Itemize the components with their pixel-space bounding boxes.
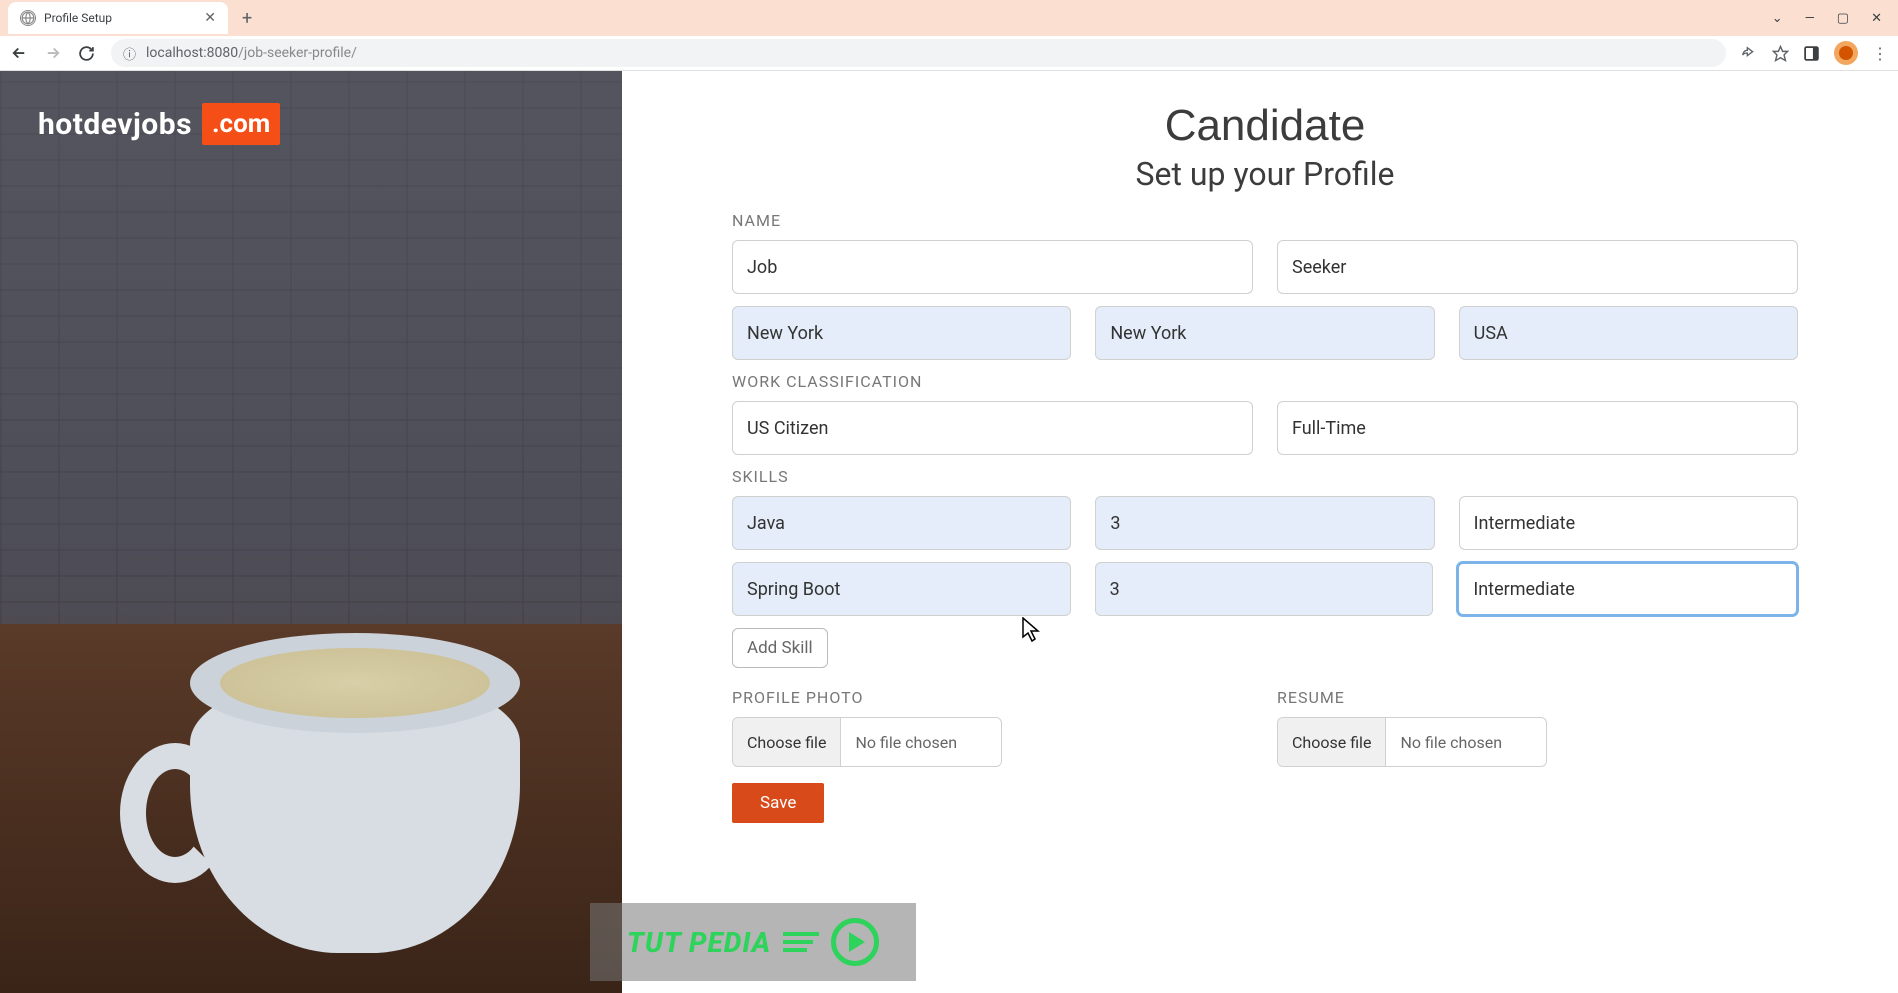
save-button[interactable]: Save (732, 783, 824, 823)
logo[interactable]: hotdevjobs .com (38, 103, 280, 145)
globe-icon (20, 10, 36, 26)
chevron-down-icon[interactable]: ⌄ (1772, 11, 1783, 26)
menu-icon[interactable]: ⋮ (1872, 44, 1888, 63)
photo-label: PROFILE PHOTO (732, 688, 1253, 707)
skill-row (732, 496, 1798, 550)
skill-row (732, 562, 1798, 616)
photo-file-input[interactable]: Choose file No file chosen (732, 717, 1002, 767)
tab-bar: Profile Setup ✕ + ⌄ — ▢ ✕ (0, 0, 1898, 36)
share-icon[interactable] (1742, 45, 1758, 61)
skill-level-select[interactable] (1459, 496, 1798, 550)
panel-icon[interactable] (1803, 45, 1820, 62)
page-subtitle: Set up your Profile (732, 155, 1798, 193)
choose-file-button[interactable]: Choose file (1278, 718, 1386, 766)
skills-label: SKILLS (732, 467, 1798, 486)
file-status: No file chosen (1386, 733, 1516, 752)
forward-icon[interactable] (44, 44, 62, 62)
resume-file-input[interactable]: Choose file No file chosen (1277, 717, 1547, 767)
last-name-input[interactable] (1277, 240, 1798, 294)
file-status: No file chosen (841, 733, 971, 752)
close-icon[interactable]: ✕ (204, 10, 216, 26)
name-label: NAME (732, 211, 1798, 230)
back-icon[interactable] (10, 44, 28, 62)
resume-label: RESUME (1277, 688, 1798, 707)
skill-name-input[interactable] (732, 496, 1071, 550)
country-input[interactable] (1459, 306, 1798, 360)
url-text: localhost:8080/job-seeker-profile/ (146, 45, 357, 61)
choose-file-button[interactable]: Choose file (733, 718, 841, 766)
profile-avatar[interactable] (1834, 41, 1858, 65)
logo-text: hotdevjobs (38, 107, 192, 142)
skill-years-input[interactable] (1095, 496, 1434, 550)
form-panel: Candidate Set up your Profile NAME WORK … (622, 71, 1898, 993)
close-window-icon[interactable]: ✕ (1871, 11, 1882, 26)
page-title: Candidate (732, 101, 1798, 151)
state-input[interactable] (1095, 306, 1434, 360)
address-bar[interactable]: ⓘ localhost:8080/job-seeker-profile/ (111, 39, 1726, 67)
new-tab-button[interactable]: + (242, 8, 252, 29)
skill-years-input[interactable] (1095, 562, 1434, 616)
tab-title: Profile Setup (44, 11, 196, 25)
work-classification-select[interactable] (732, 401, 1253, 455)
first-name-input[interactable] (732, 240, 1253, 294)
skill-level-select[interactable] (1457, 562, 1798, 616)
info-icon[interactable]: ⓘ (123, 44, 136, 63)
watermark-text: TUT PEDIA (627, 926, 771, 959)
city-input[interactable] (732, 306, 1071, 360)
work-label: WORK CLASSIFICATION (732, 372, 1798, 391)
browser-chrome: Profile Setup ✕ + ⌄ — ▢ ✕ ⓘ localhost:80… (0, 0, 1898, 71)
page: hotdevjobs .com Candidate Set up your Pr… (0, 71, 1898, 993)
hero-image: hotdevjobs .com (0, 71, 622, 993)
star-icon[interactable] (1772, 45, 1789, 62)
add-skill-button[interactable]: Add Skill (732, 628, 828, 668)
work-type-select[interactable] (1277, 401, 1798, 455)
watermark-overlay: TUT PEDIA (590, 903, 916, 981)
skill-name-input[interactable] (732, 562, 1071, 616)
reload-icon[interactable] (78, 45, 95, 62)
window-controls: ⌄ — ▢ ✕ (1772, 11, 1898, 26)
nav-bar: ⓘ localhost:8080/job-seeker-profile/ ⋮ (0, 36, 1898, 71)
minimize-icon[interactable]: — (1805, 11, 1815, 26)
logo-badge: .com (202, 103, 280, 145)
speed-lines-icon (783, 932, 819, 952)
browser-tab[interactable]: Profile Setup ✕ (8, 2, 228, 34)
maximize-icon[interactable]: ▢ (1837, 11, 1849, 26)
play-icon (831, 918, 879, 966)
